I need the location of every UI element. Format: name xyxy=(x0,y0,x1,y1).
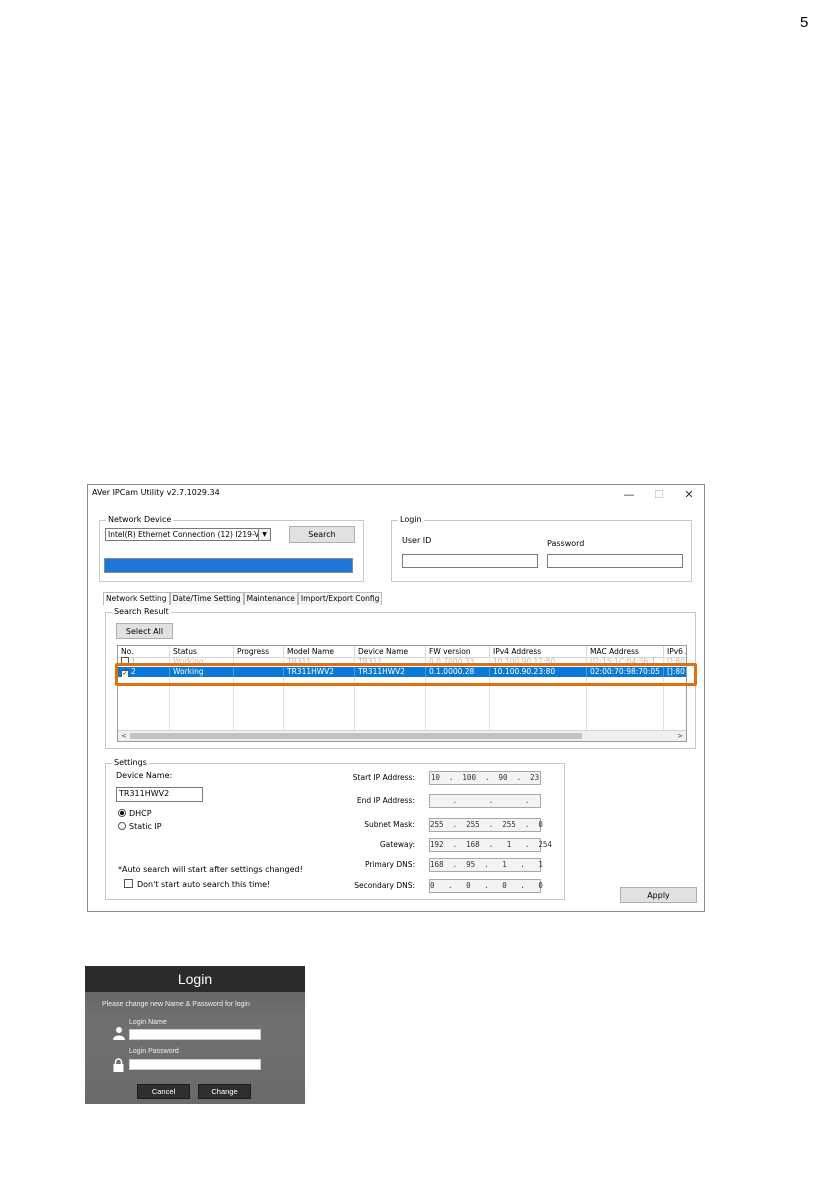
end-ip-input[interactable]: . . . xyxy=(429,794,541,808)
user-icon xyxy=(113,1027,125,1040)
column-header[interactable]: FW version xyxy=(426,646,490,657)
dont-start-option[interactable]: Don't start auto search this time! xyxy=(124,879,270,889)
login-name-label: Login Name xyxy=(129,1019,167,1026)
tab-maintenance[interactable]: Maintenance xyxy=(243,592,298,605)
field-label: Subnet Mask: xyxy=(364,820,415,829)
radio-selected-icon[interactable] xyxy=(118,809,126,817)
maximize-icon[interactable]: ☐ xyxy=(644,485,674,503)
column-header[interactable]: MAC Address xyxy=(587,646,664,657)
column-header[interactable]: IPv6 A xyxy=(664,646,686,657)
search-button[interactable]: Search xyxy=(289,526,355,543)
auto-search-note: *Auto search will start after settings c… xyxy=(118,865,303,874)
tab-import-export-config[interactable]: Import/Export Config xyxy=(297,592,383,605)
network-adapter-select[interactable]: Intel(R) Ethernet Connection (12) I219-V… xyxy=(105,528,271,541)
password-input[interactable] xyxy=(547,554,683,568)
ipcam-utility-window: AVer IPCam Utility v2.7.1029.34 — ☐ ✕ Ne… xyxy=(87,484,705,912)
lock-icon xyxy=(113,1058,124,1072)
chevron-down-icon[interactable]: ▼ xyxy=(258,529,270,540)
tab-date-time-setting[interactable]: Date/Time Setting xyxy=(169,592,244,605)
dont-start-label: Don't start auto search this time! xyxy=(137,880,271,889)
column-header[interactable]: Progress xyxy=(234,646,284,657)
field-label: Secondary DNS: xyxy=(354,881,415,890)
column-header[interactable]: Device Name xyxy=(355,646,426,657)
window-title: AVer IPCam Utility v2.7.1029.34 xyxy=(92,488,220,497)
login-dialog: Login Please change new Name & Password … xyxy=(85,966,305,1104)
user-id-label: User ID xyxy=(402,536,432,545)
field-label: Gateway: xyxy=(379,840,415,849)
select-all-button[interactable]: Select All xyxy=(116,623,173,639)
login-name-input[interactable] xyxy=(129,1029,261,1040)
chevron-left-icon[interactable]: < xyxy=(121,731,127,741)
settings-group-label: Settings xyxy=(112,758,149,767)
close-icon[interactable]: ✕ xyxy=(674,485,704,503)
login-dialog-title: Login xyxy=(85,966,305,992)
dhcp-option[interactable]: DHCP xyxy=(118,809,152,818)
title-bar: AVer IPCam Utility v2.7.1029.34 — ☐ ✕ xyxy=(88,485,704,503)
apply-button[interactable]: Apply xyxy=(620,887,697,903)
page-number: 5 xyxy=(800,14,809,31)
network-adapter-value: Intel(R) Ethernet Connection (12) I219-V xyxy=(108,530,260,539)
field-label: End IP Address: xyxy=(356,796,415,805)
tab-network-setting[interactable]: Network Setting xyxy=(103,592,170,605)
search-progress-bar xyxy=(104,558,353,573)
minimize-icon[interactable]: — xyxy=(614,485,644,503)
highlight-box xyxy=(115,663,697,686)
password-label: Password xyxy=(547,539,585,548)
static-ip-label: Static IP xyxy=(129,822,162,831)
network-device-label: Network Device xyxy=(106,515,174,524)
search-result-table: No. Status Progress Model Name Device Na… xyxy=(117,645,687,742)
column-header[interactable]: IPv4 Address xyxy=(490,646,587,657)
device-name-input[interactable]: TR311HWV2 xyxy=(116,787,203,802)
checkbox-icon[interactable] xyxy=(124,879,133,888)
start-ip-input[interactable]: 10 . 100 . 90 . 23 xyxy=(429,771,541,785)
login-message: Please change new Name & Password for lo… xyxy=(102,1001,250,1008)
cancel-button[interactable]: Cancel xyxy=(137,1084,190,1099)
login-password-label: Login Password xyxy=(129,1048,179,1055)
tab-bar: Network Setting Date/Time Setting Mainte… xyxy=(103,592,383,605)
secondary-dns-input[interactable]: 0 . 0 . 0 . 0 xyxy=(429,879,543,893)
gateway-input[interactable]: 192 . 168 . 1 . 254 xyxy=(429,838,552,852)
column-header[interactable]: Status xyxy=(170,646,234,657)
subnet-mask-input[interactable]: 255 . 255 . 255 . 0 xyxy=(429,818,543,832)
horizontal-scrollbar[interactable]: < > xyxy=(118,730,686,741)
chevron-right-icon[interactable]: > xyxy=(677,731,683,741)
column-header[interactable]: Model Name xyxy=(284,646,355,657)
dhcp-label: DHCP xyxy=(129,809,152,818)
static-ip-option[interactable]: Static IP xyxy=(118,822,162,831)
radio-icon[interactable] xyxy=(118,822,126,830)
login-password-input[interactable] xyxy=(129,1059,261,1070)
change-button[interactable]: Change xyxy=(198,1084,251,1099)
primary-dns-input[interactable]: 168 . 95 . 1 . 1 xyxy=(429,858,543,872)
device-name-label: Device Name: xyxy=(116,771,173,780)
field-label: Primary DNS: xyxy=(364,860,415,869)
user-id-input[interactable] xyxy=(402,554,538,568)
column-header[interactable]: No. xyxy=(118,646,170,657)
login-group-label: Login xyxy=(398,515,424,524)
login-group: Login xyxy=(391,515,692,582)
scrollbar-thumb[interactable] xyxy=(130,733,582,739)
field-label: Start IP Address: xyxy=(352,773,415,782)
search-result-label: Search Result xyxy=(112,607,171,616)
